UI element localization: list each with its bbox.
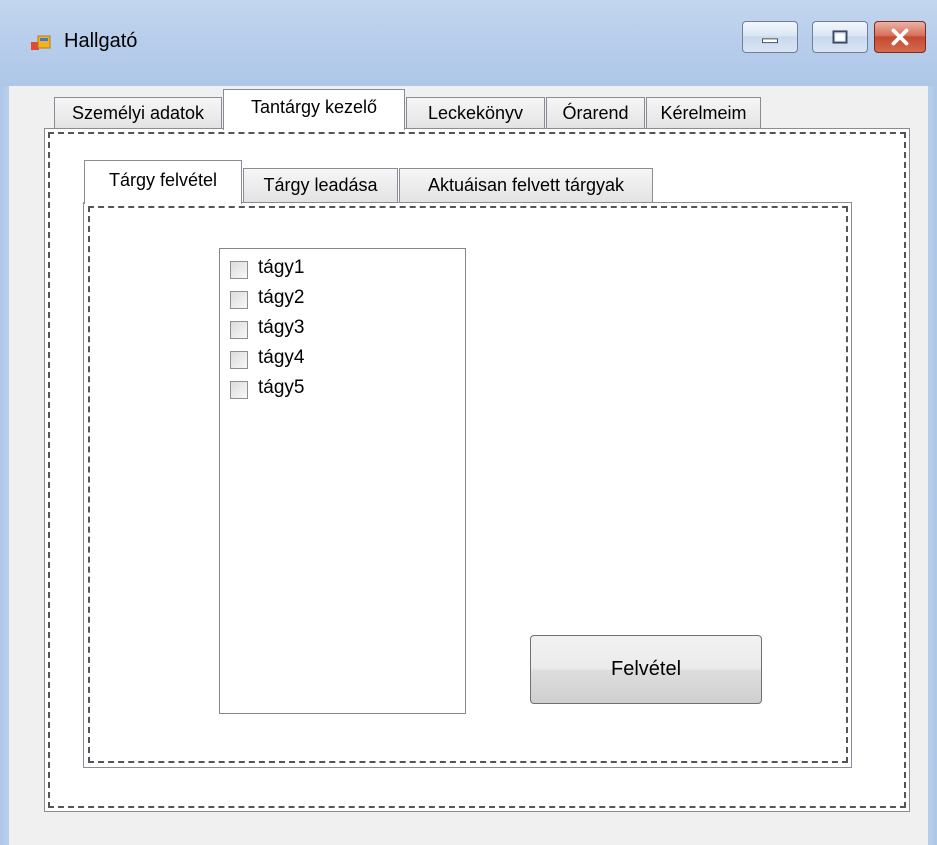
- checkbox[interactable]: [230, 381, 248, 399]
- maximize-button[interactable]: [812, 21, 868, 53]
- tab-kerelmeim[interactable]: Kérelmeim: [646, 97, 761, 128]
- window-frame-left: [0, 86, 9, 845]
- tab-tantargy-kezelo[interactable]: Tantárgy kezelő: [223, 89, 405, 130]
- list-item-label: tágy3: [258, 317, 305, 338]
- subject-checklist[interactable]: tágy1 tágy2 tágy3 tágy4 tágy5: [219, 248, 466, 714]
- tab-label: Kérelmeim: [660, 103, 747, 123]
- close-button[interactable]: [874, 21, 926, 53]
- title-bar[interactable]: Hallgató: [0, 0, 937, 86]
- tab-orarend[interactable]: Órarend: [546, 97, 645, 128]
- tab-aktualisan-felvett-targyak[interactable]: Aktuáisan felvett tárgyak: [399, 168, 653, 202]
- tab-label: Tárgy felvétel: [108, 170, 218, 190]
- tab-targy-leadasa[interactable]: Tárgy leadása: [243, 168, 398, 202]
- checkbox[interactable]: [230, 291, 248, 309]
- checkbox[interactable]: [230, 261, 248, 279]
- tab-label: Személyi adatok: [71, 103, 205, 123]
- tab-leckekonyv[interactable]: Leckekönyv: [406, 97, 545, 128]
- minimize-button[interactable]: [742, 21, 798, 53]
- minimize-icon: [762, 38, 778, 44]
- list-item-label: tágy4: [258, 347, 305, 368]
- tab-szemelyi-adatok[interactable]: Személyi adatok: [54, 97, 222, 128]
- tab-label: Órarend: [562, 103, 629, 123]
- list-item-label: tágy1: [258, 257, 305, 278]
- window-frame-right: [928, 86, 937, 845]
- list-item-label: tágy5: [258, 377, 305, 398]
- window: Hallgató Személyi adatok Tantárgy kezelő: [0, 0, 937, 845]
- checkbox[interactable]: [230, 321, 248, 339]
- list-item-label: tágy2: [258, 287, 305, 308]
- close-icon: [891, 28, 909, 46]
- tab-targy-felvetel[interactable]: Tárgy felvétel: [84, 160, 242, 204]
- tab-label: Tárgy leadása: [263, 175, 378, 195]
- enroll-button[interactable]: Felvétel: [530, 635, 762, 704]
- checkbox[interactable]: [230, 351, 248, 369]
- tab-label: Tantárgy kezelő: [250, 97, 378, 117]
- app-window-icon: [31, 35, 51, 50]
- maximize-icon: [832, 30, 848, 44]
- window-title: Hallgató: [64, 30, 138, 52]
- tab-label: Aktuáisan felvett tárgyak: [427, 175, 625, 195]
- tab-label: Leckekönyv: [427, 103, 524, 123]
